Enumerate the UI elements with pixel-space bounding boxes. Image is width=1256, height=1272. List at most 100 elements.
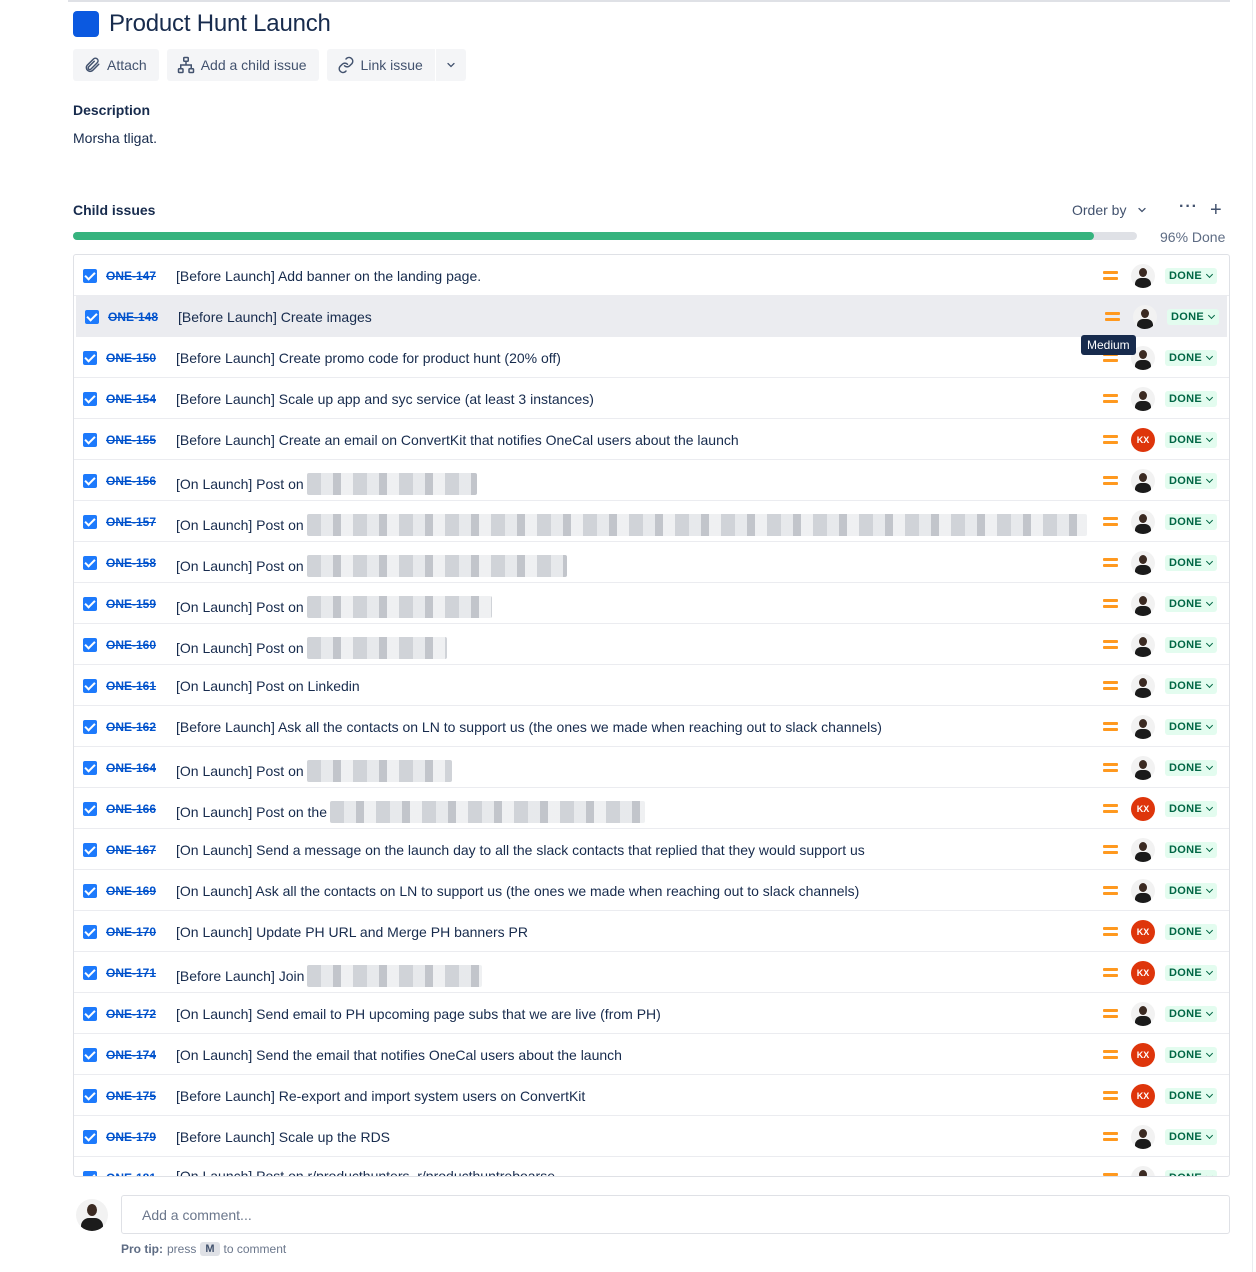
child-issue-row[interactable]: ONE-156 [On Launch] Post on DONE bbox=[74, 460, 1229, 501]
status-badge[interactable]: DONE bbox=[1165, 965, 1217, 981]
done-checkbox-icon[interactable] bbox=[83, 474, 97, 488]
priority-medium-icon[interactable] bbox=[1103, 804, 1118, 813]
issue-key-link[interactable]: ONE-172 bbox=[106, 1007, 156, 1021]
assignee-avatar[interactable] bbox=[1131, 879, 1155, 903]
issue-summary[interactable]: [Before Launch] Ask all the contacts on … bbox=[176, 719, 882, 735]
issue-summary[interactable]: [On Launch] Send a message on the launch… bbox=[176, 842, 865, 858]
priority-medium-icon[interactable] bbox=[1103, 476, 1118, 485]
issue-key-link[interactable]: ONE-174 bbox=[106, 1048, 156, 1062]
priority-medium-icon[interactable] bbox=[1103, 927, 1118, 936]
done-checkbox-icon[interactable] bbox=[83, 679, 97, 693]
status-badge[interactable]: DONE bbox=[1165, 391, 1217, 407]
issue-summary[interactable]: [On Launch] Post on bbox=[176, 555, 567, 577]
issue-summary[interactable]: [Before Launch] Re-export and import sys… bbox=[176, 1088, 585, 1104]
issue-summary[interactable]: [Before Launch] Scale up the RDS bbox=[176, 1129, 390, 1145]
done-checkbox-icon[interactable] bbox=[83, 720, 97, 734]
issue-key-link[interactable]: ONE-148 bbox=[108, 310, 158, 324]
child-issue-row[interactable]: ONE-174 [On Launch] Send the email that n… bbox=[74, 1034, 1229, 1075]
status-badge[interactable]: DONE bbox=[1165, 514, 1217, 530]
done-checkbox-icon[interactable] bbox=[83, 884, 97, 898]
done-checkbox-icon[interactable] bbox=[83, 597, 97, 611]
priority-medium-icon[interactable] bbox=[1103, 394, 1118, 403]
status-badge[interactable]: DONE bbox=[1165, 473, 1217, 489]
child-issue-row[interactable]: ONE-148 [Before Launch] Create images DONE bbox=[76, 296, 1227, 337]
priority-medium-icon[interactable] bbox=[1103, 886, 1118, 895]
priority-medium-icon[interactable] bbox=[1103, 1050, 1118, 1059]
status-badge[interactable]: DONE bbox=[1165, 268, 1217, 284]
issue-key-link[interactable]: ONE-167 bbox=[106, 843, 156, 857]
assignee-avatar[interactable] bbox=[1131, 264, 1155, 288]
status-badge[interactable]: DONE bbox=[1167, 309, 1219, 325]
issue-summary[interactable]: [On Launch] Post on bbox=[176, 760, 452, 782]
status-badge[interactable]: DONE bbox=[1165, 596, 1217, 612]
link-issue-button[interactable]: Link issue bbox=[326, 49, 435, 81]
issue-key-link[interactable]: ONE-162 bbox=[106, 720, 156, 734]
issue-key-link[interactable]: ONE-147 bbox=[106, 269, 156, 283]
done-checkbox-icon[interactable] bbox=[83, 515, 97, 529]
done-checkbox-icon[interactable] bbox=[83, 1130, 97, 1144]
issue-summary[interactable]: [On Launch] Post on Linkedin bbox=[176, 678, 360, 694]
issue-key-link[interactable]: ONE-154 bbox=[106, 392, 156, 406]
done-checkbox-icon[interactable] bbox=[85, 310, 99, 324]
status-badge[interactable]: DONE bbox=[1165, 842, 1217, 858]
assignee-avatar[interactable]: KX bbox=[1131, 920, 1155, 944]
issue-summary[interactable]: [On Launch] Send email to PH upcoming pa… bbox=[176, 1006, 661, 1022]
priority-medium-icon[interactable] bbox=[1105, 312, 1120, 321]
priority-medium-icon[interactable] bbox=[1103, 1009, 1118, 1018]
assignee-avatar[interactable] bbox=[1131, 592, 1155, 616]
status-badge[interactable]: DONE bbox=[1165, 924, 1217, 940]
status-badge[interactable]: DONE bbox=[1165, 637, 1217, 653]
child-issue-row[interactable]: ONE-181 [On Launch] Post on r/producthunt… bbox=[74, 1157, 1229, 1176]
done-checkbox-icon[interactable] bbox=[83, 638, 97, 652]
status-badge[interactable]: DONE bbox=[1165, 1047, 1217, 1063]
issue-summary[interactable]: [Before Launch] Create images bbox=[178, 309, 372, 325]
status-badge[interactable]: DONE bbox=[1165, 432, 1217, 448]
child-issue-row[interactable]: ONE-147 [Before Launch] Add banner on the… bbox=[74, 255, 1229, 296]
assignee-avatar[interactable] bbox=[1131, 838, 1155, 862]
assignee-avatar[interactable] bbox=[1131, 1002, 1155, 1026]
done-checkbox-icon[interactable] bbox=[83, 1171, 97, 1176]
assignee-avatar[interactable] bbox=[1131, 469, 1155, 493]
issue-summary[interactable]: [On Launch] Post on r/producthunters, r/… bbox=[176, 1168, 555, 1176]
status-badge[interactable]: DONE bbox=[1165, 1088, 1217, 1104]
assignee-avatar[interactable]: KX bbox=[1131, 1043, 1155, 1067]
epic-type-icon[interactable] bbox=[73, 11, 99, 37]
done-checkbox-icon[interactable] bbox=[83, 433, 97, 447]
child-issue-row[interactable]: ONE-164 [On Launch] Post on DONE bbox=[74, 747, 1229, 788]
done-checkbox-icon[interactable] bbox=[83, 1007, 97, 1021]
issue-summary[interactable]: [Before Launch] Add banner on the landin… bbox=[176, 268, 481, 284]
done-checkbox-icon[interactable] bbox=[83, 269, 97, 283]
done-checkbox-icon[interactable] bbox=[83, 351, 97, 365]
priority-medium-icon[interactable] bbox=[1103, 517, 1118, 526]
child-issue-row[interactable]: ONE-170 [On Launch] Update PH URL and Mer… bbox=[74, 911, 1229, 952]
issue-key-link[interactable]: ONE-157 bbox=[106, 515, 156, 529]
description-text[interactable]: Morsha tligat. bbox=[73, 130, 157, 146]
issue-key-link[interactable]: ONE-159 bbox=[106, 597, 156, 611]
link-issue-dropdown[interactable] bbox=[435, 49, 466, 81]
priority-medium-icon[interactable] bbox=[1103, 1132, 1118, 1141]
done-checkbox-icon[interactable] bbox=[83, 1048, 97, 1062]
issue-summary[interactable]: [Before Launch] Create an email on Conve… bbox=[176, 432, 739, 448]
priority-medium-icon[interactable] bbox=[1103, 763, 1118, 772]
child-issue-row[interactable]: ONE-160 [On Launch] Post on DONE bbox=[74, 624, 1229, 665]
issue-summary[interactable]: [On Launch] Post on bbox=[176, 514, 1087, 536]
status-badge[interactable]: DONE bbox=[1165, 1129, 1217, 1145]
done-checkbox-icon[interactable] bbox=[83, 802, 97, 816]
child-issue-row[interactable]: ONE-150 [Before Launch] Create promo code… bbox=[74, 337, 1229, 378]
child-issue-row[interactable]: ONE-169 [On Launch] Ask all the contacts … bbox=[74, 870, 1229, 911]
issue-summary[interactable]: [On Launch] Send the email that notifies… bbox=[176, 1047, 622, 1063]
priority-medium-icon[interactable] bbox=[1103, 435, 1118, 444]
priority-medium-icon[interactable] bbox=[1103, 599, 1118, 608]
add-child-issue-button[interactable]: Add a child issue bbox=[166, 49, 319, 81]
issue-key-link[interactable]: ONE-160 bbox=[106, 638, 156, 652]
issue-key-link[interactable]: ONE-171 bbox=[106, 966, 156, 980]
issue-summary[interactable]: [On Launch] Post on bbox=[176, 637, 447, 659]
issue-summary[interactable]: [On Launch] Post on the bbox=[176, 801, 645, 823]
child-issue-row[interactable]: ONE-171 [Before Launch] Join KX DONE bbox=[74, 952, 1229, 993]
status-badge[interactable]: DONE bbox=[1165, 719, 1217, 735]
assignee-avatar[interactable] bbox=[1131, 510, 1155, 534]
assignee-avatar[interactable] bbox=[1133, 305, 1157, 329]
issue-key-link[interactable]: ONE-158 bbox=[106, 556, 156, 570]
issue-key-link[interactable]: ONE-169 bbox=[106, 884, 156, 898]
issue-key-link[interactable]: ONE-156 bbox=[106, 474, 156, 488]
